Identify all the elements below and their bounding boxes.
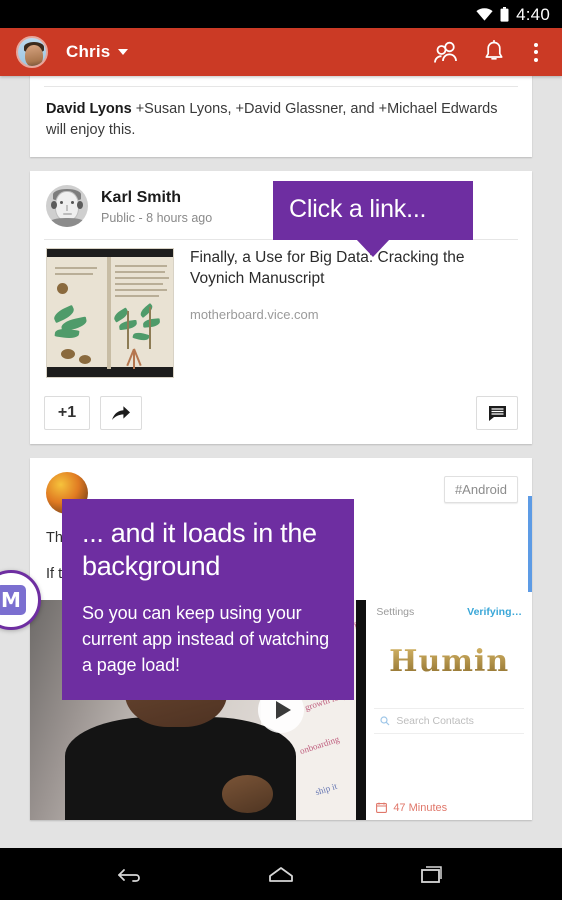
recents-icon[interactable] (409, 851, 455, 897)
tooltip-click-a-link[interactable]: Click a link... (273, 181, 473, 257)
avatar-shoulders (50, 218, 84, 228)
post-1-reshare-text: David Lyons +Susan Lyons, +David Glassne… (30, 87, 532, 157)
avatar-ear-left (51, 201, 57, 210)
humin-row-label: 47 Minutes (393, 801, 448, 814)
bell-icon[interactable] (470, 28, 518, 76)
avatar-ear-right (77, 201, 83, 210)
link-thumbnail[interactable] (46, 248, 174, 379)
back-icon[interactable] (107, 851, 153, 897)
navigation-bar (0, 848, 562, 900)
post-1-action-row: +96 3 (30, 76, 532, 86)
tooltip-pointer (356, 239, 390, 257)
thumb-top-edge (47, 249, 173, 258)
post-timestamp: Public - 8 hours ago (101, 210, 213, 225)
avatar-nose (66, 205, 68, 212)
search-icon (380, 715, 390, 725)
post-2-meta: Karl Smith Public - 8 hours ago (101, 188, 212, 225)
tooltip-2-body: So you can keep using your current app i… (82, 602, 330, 676)
status-time: 4:40 (516, 4, 550, 24)
scrollbar[interactable] (528, 496, 532, 592)
people-icon[interactable] (422, 28, 470, 76)
post-card-1[interactable]: +96 3 (30, 76, 532, 158)
tooltip-1-text: Click a link... (289, 195, 427, 223)
link-preview[interactable]: Finally, a Use for Big Data: Cracking th… (30, 240, 532, 388)
avatar-mouth (63, 213, 72, 216)
humin-verifying-label: Verifying… (467, 605, 522, 618)
home-icon[interactable] (258, 851, 304, 897)
link-meta: Finally, a Use for Big Data: Cracking th… (174, 248, 516, 378)
humin-statusbar: Settings Verifying… (376, 606, 522, 618)
status-bar: 4:40 (0, 0, 562, 28)
wifi-icon (476, 7, 493, 21)
account-name[interactable]: Chris (66, 42, 110, 62)
post-2-action-row: +1 (30, 388, 532, 444)
tooltip-loads-in-background[interactable]: ... and it loads in the background So yo… (62, 499, 354, 701)
link-domain: motherboard.vice.com (190, 307, 319, 323)
avatar[interactable] (46, 185, 88, 228)
overflow-menu-icon[interactable] (518, 28, 554, 76)
android-screen: 4:40 Chris David Lyons +Susan Lyons, +Da… (0, 0, 562, 900)
hashtag-chip[interactable]: #Android (443, 476, 518, 504)
calendar-icon (376, 802, 388, 813)
share-icon[interactable] (100, 396, 142, 431)
plus-one-button[interactable]: +1 (44, 396, 90, 431)
link-title[interactable]: Finally, a Use for Big Data: Cracking th… (190, 248, 516, 289)
thumb-spine (107, 257, 111, 370)
humin-list-row: 47 Minutes (376, 802, 447, 814)
battery-icon (500, 6, 509, 22)
humin-settings-label: Settings (376, 605, 415, 618)
humin-search-field: Search Contacts (374, 707, 524, 734)
chevron-down-icon[interactable] (118, 49, 129, 55)
humin-search-placeholder: Search Contacts (396, 714, 474, 727)
post-author[interactable]: Karl Smith (101, 188, 212, 208)
speaker-hand (222, 774, 273, 813)
phone-screenshot: Settings Verifying… Humin Search Contact… (356, 599, 532, 820)
mercury-badge-letter: M (0, 585, 26, 615)
tooltip-2-headline: ... and it loads in the background (82, 518, 317, 582)
avatar[interactable] (16, 36, 48, 68)
reshare-author[interactable]: David Lyons (46, 101, 132, 117)
comment-icon[interactable] (476, 396, 518, 431)
humin-logo: Humin (366, 644, 532, 679)
avatar-face (25, 45, 43, 66)
app-bar: Chris (0, 28, 562, 76)
